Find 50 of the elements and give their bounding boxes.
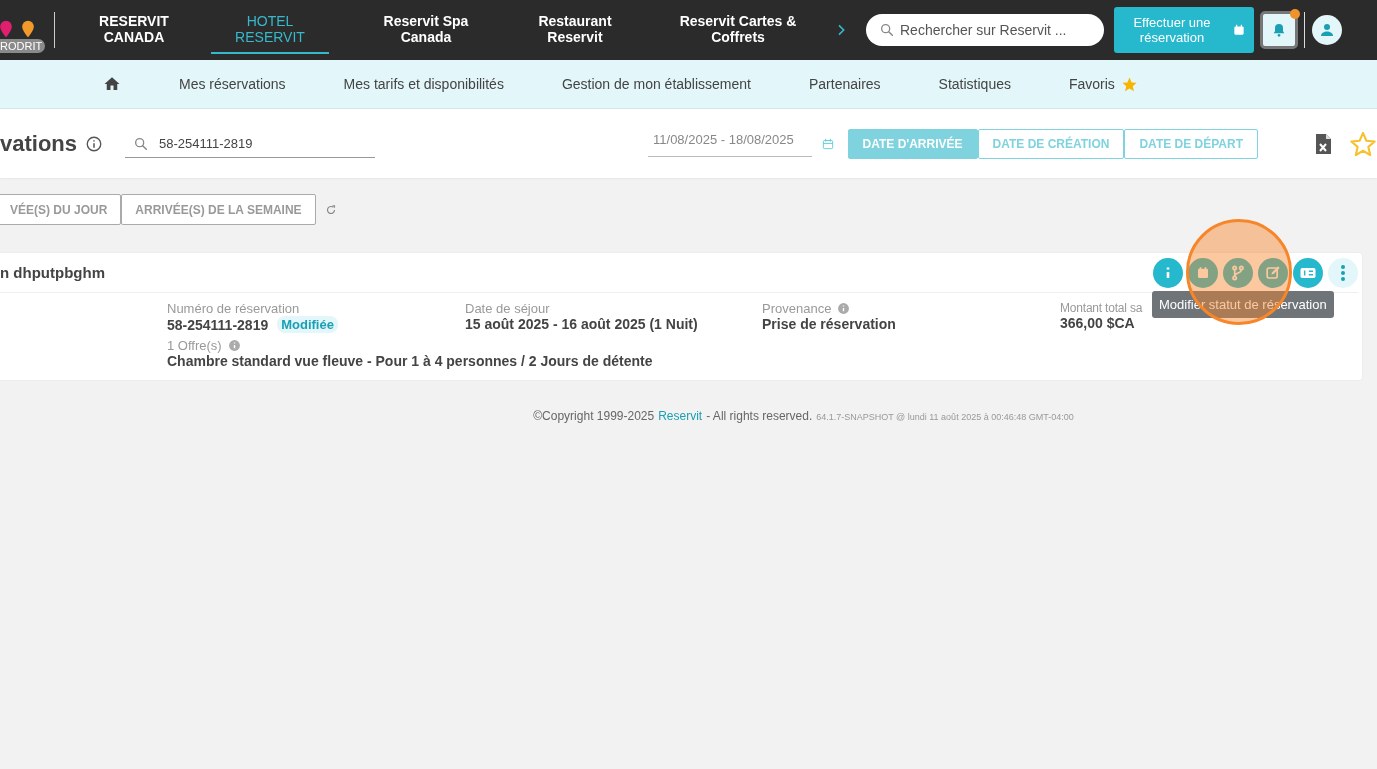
status-badge: Modifiée — [277, 316, 338, 333]
home-icon[interactable] — [103, 75, 121, 93]
date-range-field[interactable]: 11/08/2025 - 18/08/2025 — [648, 130, 812, 157]
field-value: Chambre standard vue fleuve - Pour 1 à 4 personnes / 2 Jours de détente — [167, 353, 653, 369]
search-icon — [133, 135, 150, 152]
nav-link[interactable]: Statistiques — [938, 76, 1011, 92]
field-label: Montant total sa — [1060, 301, 1143, 315]
copyright-text: ©Copyright 1999-2025 — [533, 409, 655, 423]
field-value: 58-254111-2819 — [167, 316, 269, 333]
info-icon — [85, 134, 104, 153]
nav-link[interactable]: Gestion de mon établissement — [561, 76, 751, 92]
rights-text: - All rights reserved. — [706, 409, 813, 423]
search-field[interactable]: Rechercher sur Reservit ... — [866, 14, 1104, 46]
site-tab[interactable]: Restaurant Reservit — [515, 6, 635, 54]
notification-button[interactable] — [1260, 11, 1298, 49]
favorites-link[interactable]: Favoris — [1068, 75, 1138, 93]
star-icon — [1120, 75, 1138, 93]
site-tab[interactable]: HOTEL RESERVIT — [211, 6, 329, 54]
calendar-button[interactable] — [1188, 257, 1218, 288]
site-tab[interactable]: Reservit Spa Canada — [351, 6, 501, 54]
site-tab[interactable]: Reservit Cartes & Coffrets — [653, 6, 823, 54]
branch-button[interactable] — [1223, 257, 1253, 288]
payment-button[interactable] — [1293, 257, 1323, 288]
search-icon — [879, 22, 895, 38]
bell-icon — [1271, 22, 1287, 38]
site-tab[interactable]: RESERVIT CANADA — [65, 6, 203, 54]
field-value: 15 août 2025 - 16 août 2025 (1 Nuit) — [465, 316, 698, 332]
nav-link[interactable]: Partenaires — [809, 76, 881, 92]
field-label: 1 Offre(s) — [167, 338, 222, 353]
field-label: Numéro de réservation — [167, 301, 300, 316]
build-info: 64.1.7-SNAPSHOT @ lundi 11 août 2025 à 00:46:48 GMT-04:00 — [816, 412, 1074, 422]
more-icon — [1341, 264, 1345, 281]
page-title: vations — [0, 130, 78, 157]
calendar-icon — [1232, 23, 1246, 37]
avatar-button[interactable] — [1312, 15, 1342, 45]
field-label: Provenance — [762, 301, 832, 316]
edit-button[interactable] — [1258, 257, 1288, 288]
field-label: Date de séjour — [465, 301, 550, 316]
field-value: 366,00 $CA — [1060, 315, 1135, 331]
guest-name: n dhputpbghm — [0, 264, 105, 281]
info-icon — [1165, 266, 1171, 279]
nav-link[interactable]: Mes réservations — [179, 76, 286, 92]
field-value: Prise de réservation — [762, 316, 896, 332]
info-button[interactable] — [1153, 257, 1183, 288]
star-icon[interactable] — [1349, 129, 1377, 158]
more-button[interactable] — [1328, 257, 1358, 288]
nav-link[interactable]: Mes tarifs et disponibilités — [343, 76, 504, 92]
user-badge: RODRIT — [0, 39, 46, 53]
calendar-icon[interactable] — [820, 136, 835, 151]
user-icon — [1318, 21, 1336, 39]
